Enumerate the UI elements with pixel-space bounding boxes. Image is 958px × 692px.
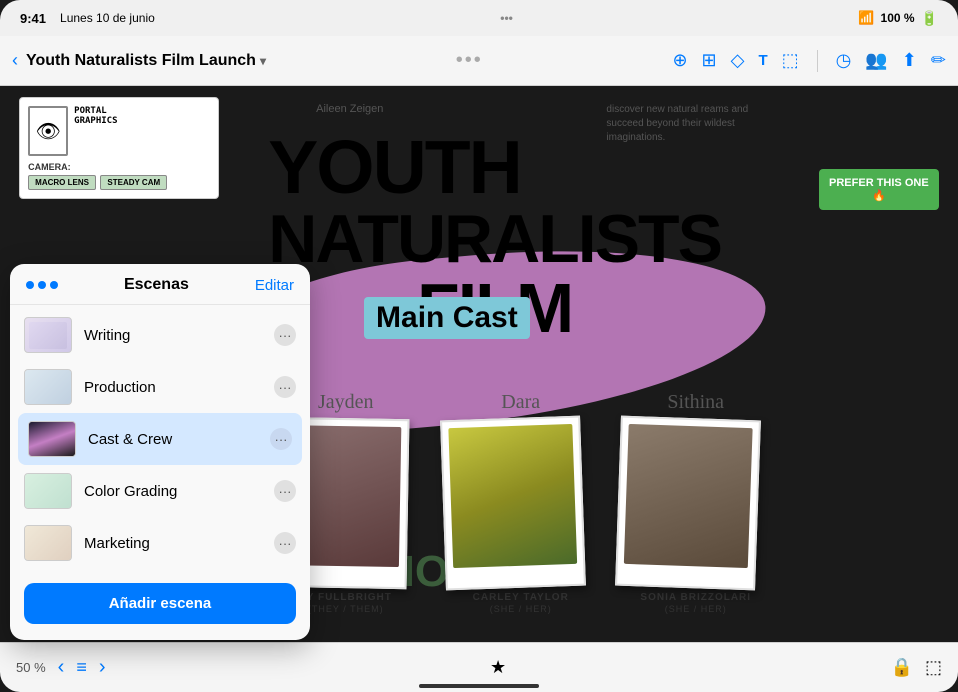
photo-inner-3 — [624, 424, 753, 568]
ipad-frame: 9:41 Lunes 10 de junio ••• 📶 100 % 🔋 ‹ Y… — [0, 0, 958, 692]
photo-inner-2 — [449, 424, 578, 568]
panel-title: Escenas — [124, 276, 189, 294]
status-bar: 9:41 Lunes 10 de junio ••• 📶 100 % 🔋 — [0, 0, 958, 36]
battery-level: 100 % — [881, 11, 915, 25]
scene-thumbnail-color — [24, 473, 72, 509]
scene-name-writing: Writing — [84, 327, 262, 344]
scene-name-production: Production — [84, 379, 262, 396]
panel-header: Escenas Editar — [10, 264, 310, 305]
star-icon[interactable]: ★ — [490, 657, 506, 678]
panel-dot-3 — [50, 281, 58, 289]
title-naturalists: NAtURALISTS — [268, 205, 721, 273]
people-icon[interactable]: 👥 — [865, 50, 887, 71]
scene-item-cast[interactable]: Cast & Crew ··· — [18, 413, 302, 465]
cast-name-2: CARLEY TAYLOR — [443, 592, 598, 603]
title-text: Youth Naturalists Film Launch — [26, 52, 256, 70]
scene-thumbnail-marketing — [24, 525, 72, 561]
layout-icon[interactable]: ⬚ — [925, 657, 942, 678]
macro-lens-tag: MACRO LENS — [28, 175, 96, 190]
scene-more-color[interactable]: ··· — [274, 480, 296, 502]
status-center-dots: ••• — [500, 11, 513, 25]
next-arrow[interactable]: › — [99, 656, 106, 679]
steady-cam-tag: STEADY CAM — [100, 175, 167, 190]
status-date: Lunes 10 de junio — [60, 11, 155, 25]
bottom-center: ★ — [490, 657, 506, 678]
aileen-label: Aileen Zeigen — [316, 103, 383, 115]
wifi-icon: 📶 — [858, 10, 874, 26]
chevron-down-icon: ▾ — [260, 54, 266, 68]
status-right: 📶 100 % 🔋 — [858, 10, 938, 27]
polaroid-3 — [615, 416, 761, 591]
cast-name-3: SONIA BRIZZOLARI — [618, 592, 773, 603]
cast-sig-2: Dara — [443, 391, 598, 414]
share-icon[interactable]: ⬆ — [902, 50, 917, 71]
scene-item-production[interactable]: Production ··· — [10, 361, 310, 413]
scene-more-marketing[interactable]: ··· — [274, 532, 296, 554]
panel-edit-button[interactable]: Editar — [255, 277, 294, 294]
scene-item-writing[interactable]: Writing ··· — [10, 309, 310, 361]
bottom-right: 🔒 ⬚ — [891, 657, 942, 678]
cast-sig-3: Sithina — [618, 391, 773, 414]
panel-dot-2 — [38, 281, 46, 289]
description-text: discover new natural reams and succeed b… — [606, 103, 766, 145]
scene-name-color: Color Grading — [84, 483, 262, 500]
edit-pen-icon[interactable]: ✏ — [931, 50, 946, 71]
scene-more-production[interactable]: ··· — [274, 376, 296, 398]
scene-thumbnail-production — [24, 369, 72, 405]
document-title[interactable]: Youth Naturalists Film Launch ▾ — [26, 52, 266, 70]
prefer-note: PREFER THIS ONE 🔥 — [819, 169, 939, 210]
panel-dots[interactable] — [26, 281, 58, 289]
zoom-level[interactable]: 50 % — [16, 660, 46, 675]
toolbar-left: ‹ Youth Naturalists Film Launch ▾ — [12, 50, 266, 71]
toolbar-center: ••• — [456, 49, 483, 72]
scene-thumbnail-cast — [28, 421, 76, 457]
list-view-icon[interactable]: ≡ — [76, 657, 87, 678]
status-left: 9:41 Lunes 10 de junio — [20, 11, 155, 26]
scene-thumbnail-writing — [24, 317, 72, 353]
add-scene-button[interactable]: Añadir escena — [24, 583, 296, 624]
polaroid-2 — [440, 416, 586, 591]
scene-name-marketing: Marketing — [84, 535, 262, 552]
shapes-icon[interactable]: ◇ — [731, 50, 745, 71]
battery-icon: 🔋 — [921, 10, 938, 27]
cast-photo-2: Dara CARLEY TAYLOR (SHE / HER) — [443, 391, 598, 614]
status-time: 9:41 — [20, 11, 46, 26]
scene-list: Writing ··· Production ··· Cast & Crew ·… — [10, 305, 310, 573]
portal-graphics-label: PORTALGRAPHICS — [74, 106, 117, 126]
text-icon[interactable]: T — [758, 52, 767, 69]
toolbar: ‹ Youth Naturalists Film Launch ▾ ••• ⊕ … — [0, 36, 958, 86]
figure-sketch: 👁 — [28, 106, 68, 156]
slide-panel: Escenas Editar Writing ··· Production — [10, 264, 310, 640]
scene-item-marketing[interactable]: Marketing ··· — [10, 517, 310, 569]
home-indicator — [419, 684, 539, 688]
cast-pronouns-2: (SHE / HER) — [443, 604, 598, 614]
scene-name-cast: Cast & Crew — [88, 431, 258, 448]
camera-label: CAMERA: — [28, 162, 210, 172]
back-button[interactable]: ‹ — [12, 50, 18, 71]
cast-pronouns-3: (SHE / HER) — [618, 604, 773, 614]
scene-more-writing[interactable]: ··· — [274, 324, 296, 346]
bottom-left: 50 % ‹ ≡ › — [16, 656, 106, 679]
table-icon[interactable]: ⊞ — [702, 50, 717, 71]
image-icon[interactable]: ⬚ — [782, 50, 799, 71]
toolbar-dots: ••• — [456, 49, 483, 72]
lock-icon[interactable]: 🔒 — [891, 657, 913, 678]
scene-item-color[interactable]: Color Grading ··· — [10, 465, 310, 517]
camera-card: 👁 PORTALGRAPHICS CAMERA: MACRO LENS STEA… — [19, 97, 219, 199]
toolbar-right: ⊕ ⊞ ◇ T ⬚ ◷ 👥 ⬆ ✏ — [672, 50, 946, 72]
clock-icon[interactable]: ◷ — [836, 50, 852, 71]
main-cast-label: Main Cast — [364, 297, 530, 339]
prev-arrow[interactable]: ‹ — [58, 656, 65, 679]
add-circle-icon[interactable]: ⊕ — [672, 50, 687, 71]
cast-photo-3: Sithina SONIA BRIZZOLARI (SHE / HER) — [618, 391, 773, 614]
divider — [817, 50, 818, 72]
cast-photos: Jayden TY FULLBRIGHT (THEY / THEM) Dara … — [268, 391, 958, 614]
panel-dot-1 — [26, 281, 34, 289]
scene-more-cast[interactable]: ··· — [270, 428, 292, 450]
